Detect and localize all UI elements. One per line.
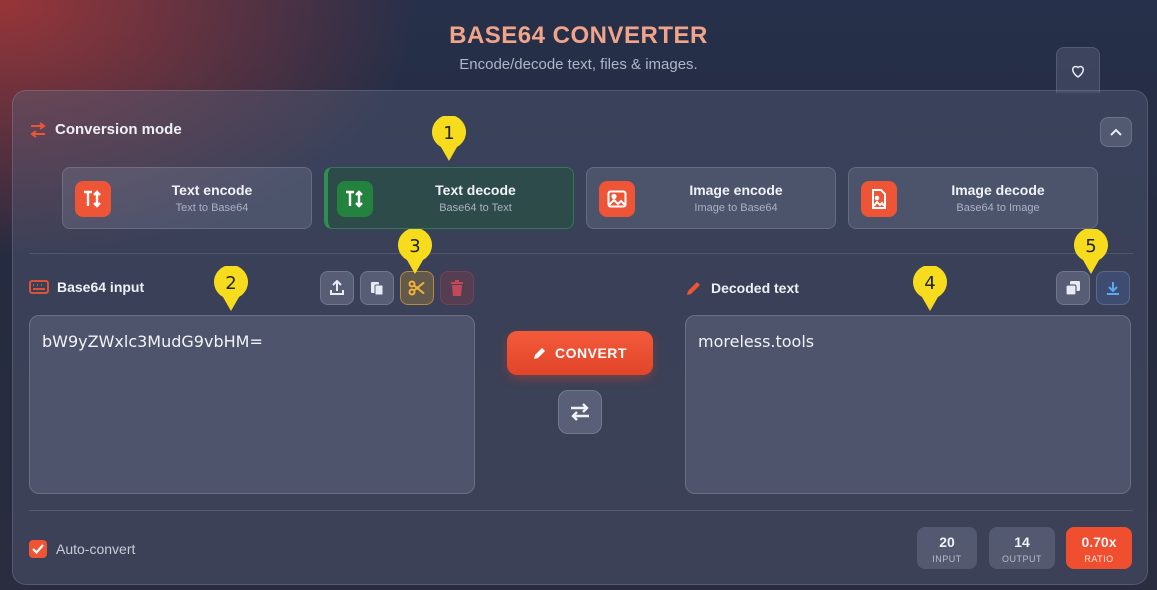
- conversion-mode-label: Conversion mode: [55, 121, 182, 138]
- stat-output: 14 OUTPUT: [989, 527, 1055, 569]
- stat-ratio: 0.70x RATIO: [1066, 527, 1132, 569]
- divider: [29, 253, 1133, 254]
- auto-convert-toggle: Auto-convert: [29, 540, 135, 558]
- stat-label: INPUT: [932, 554, 962, 564]
- auto-convert-checkbox[interactable]: [29, 540, 47, 558]
- upload-icon: [330, 280, 344, 295]
- text-swap-icon: [337, 181, 373, 217]
- converter-panel: Conversion mode Text encode Text to Base…: [12, 90, 1148, 585]
- swap-arrows-icon: [571, 403, 589, 421]
- convert-button[interactable]: CONVERT: [507, 331, 653, 375]
- stat-value: 20: [939, 534, 955, 550]
- mode-subtitle: Base64 to Text: [439, 202, 512, 214]
- favorite-button[interactable]: [1056, 47, 1100, 93]
- page-title: BASE64 CONVERTER: [449, 22, 708, 49]
- pencil-icon: [534, 348, 546, 359]
- base64-input-value: bW9yZWxlc3MudG9vbHM=: [42, 332, 263, 351]
- input-label-text: Base64 input: [57, 279, 145, 295]
- scissors-icon: [408, 280, 425, 296]
- convert-label: CONVERT: [555, 345, 627, 361]
- annotation-marker-4: 4: [912, 265, 948, 311]
- divider: [29, 510, 1133, 511]
- stat-value: 0.70x: [1081, 534, 1117, 550]
- text-swap-icon: [75, 181, 111, 217]
- chevron-up-icon: [1110, 128, 1122, 136]
- paste-button[interactable]: [360, 271, 394, 305]
- conversion-mode-header: Conversion mode: [29, 121, 182, 138]
- mode-image-decode[interactable]: Image decode Base64 to Image: [848, 167, 1098, 229]
- annotation-marker-2: 2: [213, 265, 249, 311]
- mode-selector: Text encode Text to Base64 Text decode B…: [62, 167, 1098, 229]
- app-header: BASE64 CONVERTER Encode/decode text, fil…: [0, 22, 1157, 73]
- stat-input: 20 INPUT: [917, 527, 977, 569]
- mode-image-encode[interactable]: Image encode Image to Base64: [586, 167, 836, 229]
- mode-title: Image decode: [951, 182, 1045, 198]
- copy-button[interactable]: [1056, 271, 1090, 305]
- mode-text-decode[interactable]: Text decode Base64 to Text: [324, 167, 574, 229]
- mode-subtitle: Text to Base64: [175, 202, 249, 214]
- annotation-marker-5: 5: [1073, 228, 1109, 274]
- clear-button[interactable]: [440, 271, 474, 305]
- copy-icon: [1065, 281, 1080, 296]
- decoded-output-field[interactable]: moreless.tools: [685, 315, 1131, 494]
- decoded-output-value: moreless.tools: [698, 332, 815, 351]
- output-label-text: Decoded text: [711, 280, 799, 296]
- keyboard-icon: [29, 280, 49, 294]
- stat-label: RATIO: [1084, 554, 1114, 564]
- annotation-marker-3: 3: [397, 228, 433, 274]
- image-icon: [599, 181, 635, 217]
- auto-convert-label: Auto-convert: [56, 541, 136, 557]
- stat-value: 14: [1014, 534, 1030, 550]
- paste-icon: [371, 282, 384, 296]
- mode-text-encode[interactable]: Text encode Text to Base64: [62, 167, 312, 229]
- mode-subtitle: Image to Base64: [694, 202, 778, 214]
- pen-icon: [687, 282, 700, 295]
- mode-title: Image encode: [689, 182, 783, 198]
- upload-button[interactable]: [320, 271, 354, 305]
- cut-button[interactable]: [400, 271, 434, 305]
- download-button[interactable]: [1096, 271, 1130, 305]
- output-label: Decoded text: [685, 279, 799, 297]
- swap-button[interactable]: [558, 390, 602, 434]
- trash-icon: [451, 280, 463, 296]
- mode-subtitle: Base64 to Image: [956, 202, 1040, 214]
- input-label: Base64 input: [29, 279, 144, 295]
- swap-arrows-icon: [30, 121, 46, 138]
- download-icon: [1107, 282, 1119, 295]
- mode-title: Text decode: [435, 182, 516, 198]
- base64-input-field[interactable]: bW9yZWxlc3MudG9vbHM=: [29, 315, 475, 494]
- image-file-icon: [861, 181, 897, 217]
- collapse-button[interactable]: [1100, 117, 1132, 147]
- checkmark-icon: [32, 544, 44, 554]
- mode-title: Text encode: [171, 182, 253, 198]
- annotation-marker-1: 1: [431, 115, 467, 161]
- stat-label: OUTPUT: [1002, 554, 1042, 564]
- heart-icon: [1071, 65, 1085, 78]
- page-subtitle: Encode/decode text, files & images.: [459, 56, 698, 73]
